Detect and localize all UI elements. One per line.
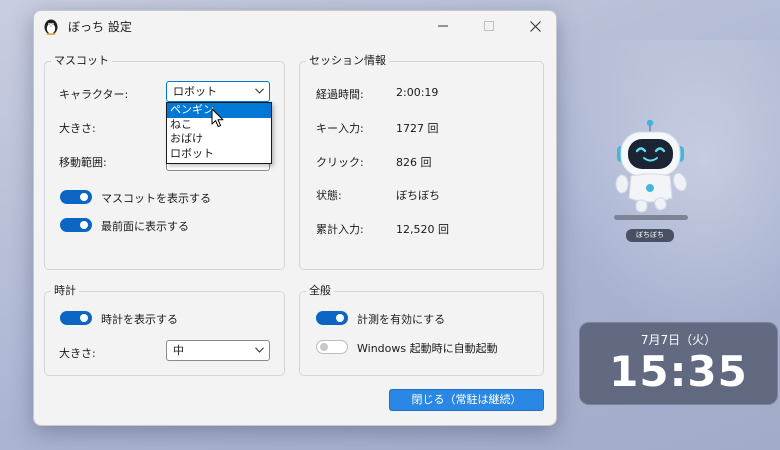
mouse-cursor-icon [211,108,224,128]
settings-window: ぼっち 設定 マスコット キャラクター: ロボット 大きさ: 移動範囲: マスコ… [33,10,557,426]
chevron-down-icon [255,88,264,94]
general-group-title: 全般 [306,284,334,298]
mascot-group-title: マスコット [51,54,112,68]
show-clock-toggle[interactable] [60,311,92,325]
toggle-knob [320,343,328,351]
toggle-knob [80,193,88,201]
show-mascot-label: マスコットを表示する [101,192,211,205]
elapsed-time-label: 経過時間: [316,88,364,101]
enable-measure-label: 計測を有効にする [357,313,446,326]
close-window-button[interactable] [512,11,556,41]
toggle-knob [336,314,344,322]
mascot-shadow-bar [614,215,688,220]
key-input-value: 1727 回 [396,122,439,135]
character-option[interactable]: おばけ [167,132,271,147]
enable-measure-toggle[interactable] [316,311,348,325]
clock-widget[interactable]: 7月7日（火） 15:35 [579,322,778,405]
clock-date: 7月7日（火） [640,333,717,347]
general-group: 全般 計測を有効にする Windows 起動時に自動起動 [299,284,544,376]
character-select-value: ロボット [173,85,217,98]
click-value: 826 回 [396,156,432,169]
mascot-size-label: 大きさ: [59,122,96,135]
title-bar[interactable]: ぼっち 設定 [34,11,556,41]
autostart-toggle[interactable] [316,340,348,354]
status-label: 状態: [316,189,342,202]
maximize-icon [484,21,494,31]
elapsed-time-value: 2:00:19 [396,86,439,99]
clock-time: 15:35 [609,347,748,396]
toggle-knob [80,314,88,322]
character-select[interactable]: ロボット [166,81,270,102]
close-icon [529,20,541,32]
character-option[interactable]: ロボット [167,147,271,162]
topmost-toggle[interactable] [60,218,92,232]
session-group: セッション情報 経過時間: 2:00:19 キー入力: 1727 回 クリック:… [299,54,544,270]
show-clock-label: 時計を表示する [101,313,178,326]
show-mascot-toggle[interactable] [60,190,92,204]
topmost-label: 最前面に表示する [101,220,189,233]
mascot-group: マスコット キャラクター: ロボット 大きさ: 移動範囲: マスコットを表示する… [44,54,285,270]
toggle-knob [80,221,88,229]
penguin-icon [44,19,58,35]
robot-mascot-icon [615,119,687,213]
session-group-title: セッション情報 [306,54,389,68]
clock-size-select[interactable]: 中 [166,340,270,361]
chevron-down-icon [255,347,264,353]
total-input-value: 12,520 回 [396,223,449,236]
window-title: ぼっち 設定 [68,20,132,34]
click-label: クリック: [316,156,364,169]
move-range-label: 移動範囲: [59,156,107,169]
clock-size-value: 中 [173,344,184,357]
close-keep-resident-button[interactable]: 閉じる（常駐は継続） [389,389,544,411]
status-value: ぼちぼち [396,189,440,202]
maximize-button[interactable] [466,11,512,41]
clock-group-title: 時計 [51,284,79,298]
character-label: キャラクター: [59,88,129,101]
minimize-button[interactable] [420,11,466,41]
mascot-status-badge: ぼちぼち [626,229,674,242]
key-input-label: キー入力: [316,122,364,135]
clock-group: 時計 時計を表示する 大きさ: 中 [44,284,285,376]
minimize-icon [438,25,448,27]
autostart-label: Windows 起動時に自動起動 [357,342,498,355]
total-input-label: 累計入力: [316,223,364,236]
clock-size-label: 大きさ: [59,347,96,360]
